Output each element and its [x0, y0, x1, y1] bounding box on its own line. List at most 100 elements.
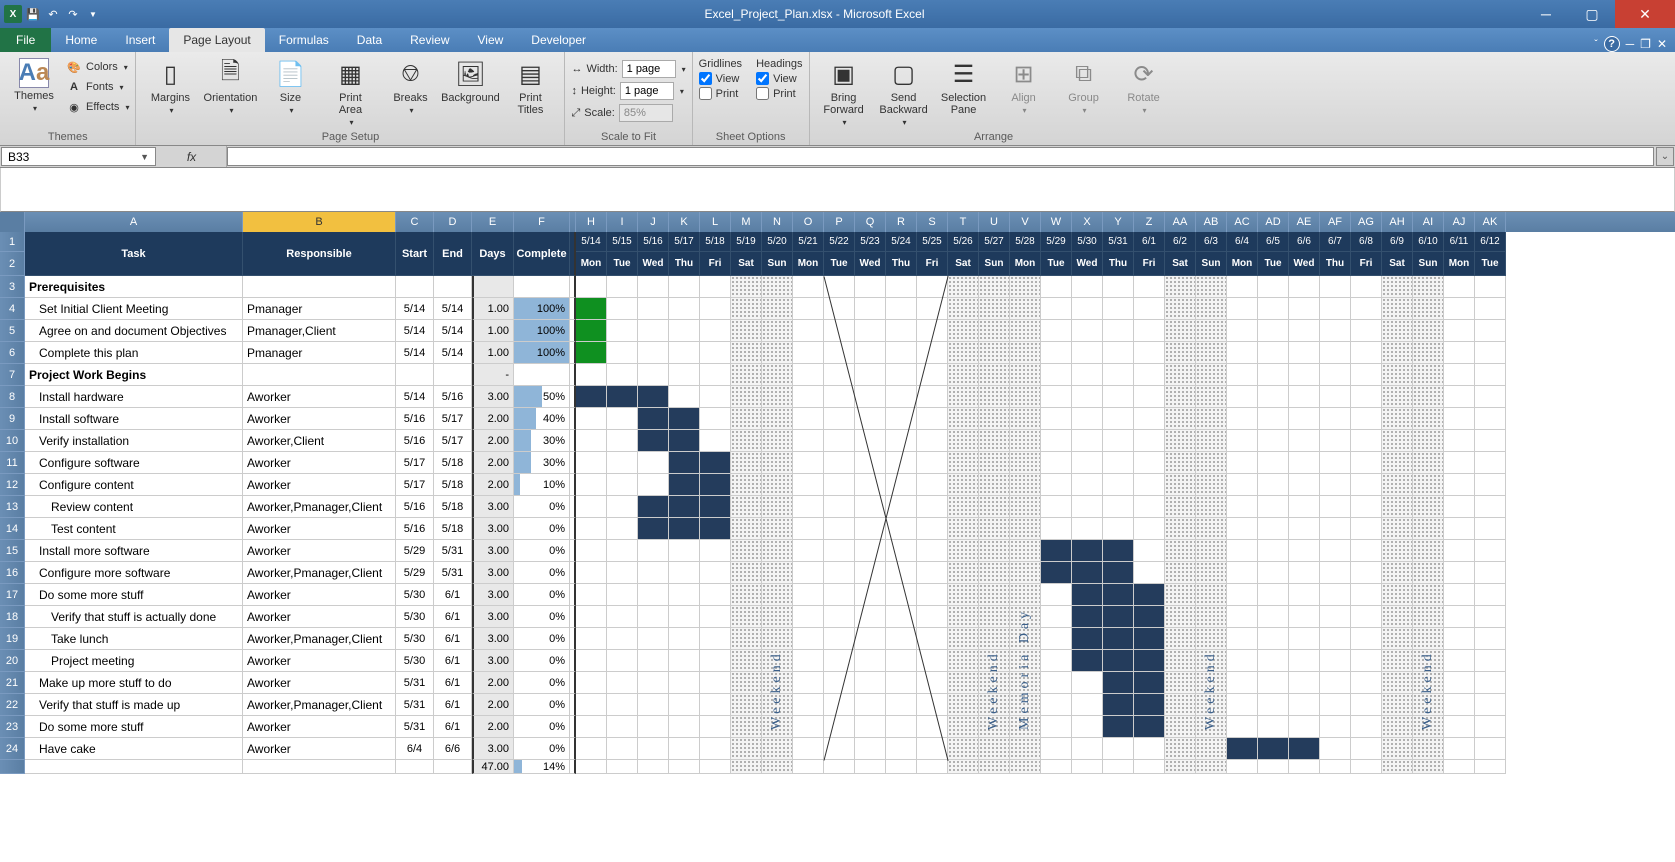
gantt-cell[interactable]	[1444, 496, 1475, 518]
gantt-cell[interactable]	[1165, 496, 1196, 518]
gantt-cell[interactable]	[1103, 562, 1134, 584]
row-header[interactable]: 1	[0, 232, 25, 252]
gantt-cell[interactable]	[1382, 276, 1413, 298]
gantt-cell[interactable]	[638, 474, 669, 496]
gantt-cell[interactable]	[1351, 364, 1382, 386]
gantt-cell[interactable]	[638, 342, 669, 364]
gantt-cell[interactable]	[917, 452, 948, 474]
gantt-cell[interactable]	[1320, 650, 1351, 672]
responsible-cell[interactable]: Aworker	[243, 386, 396, 408]
gantt-cell[interactable]	[576, 430, 607, 452]
gantt-cell[interactable]	[669, 738, 700, 760]
gantt-cell[interactable]	[1413, 474, 1444, 496]
gantt-cell[interactable]	[1258, 628, 1289, 650]
gantt-cell[interactable]	[1165, 298, 1196, 320]
gantt-cell[interactable]	[824, 386, 855, 408]
gantt-cell[interactable]	[1134, 430, 1165, 452]
gantt-cell[interactable]	[1041, 496, 1072, 518]
gantt-cell[interactable]	[1382, 584, 1413, 606]
gantt-cell[interactable]	[1010, 408, 1041, 430]
gantt-cell[interactable]	[731, 628, 762, 650]
end-cell[interactable]: 6/1	[434, 628, 472, 650]
gantt-cell[interactable]	[824, 496, 855, 518]
namebox-dropdown-icon[interactable]: ▼	[140, 152, 149, 162]
gantt-cell[interactable]	[948, 408, 979, 430]
row-header[interactable]: 19	[0, 628, 25, 650]
gantt-cell[interactable]	[793, 760, 824, 774]
gantt-cell[interactable]	[1382, 672, 1413, 694]
gantt-cell[interactable]	[1444, 738, 1475, 760]
gantt-cell[interactable]	[700, 628, 731, 650]
gantt-cell[interactable]	[917, 342, 948, 364]
gantt-cell[interactable]	[638, 408, 669, 430]
gantt-cell[interactable]	[669, 694, 700, 716]
gantt-cell[interactable]	[948, 650, 979, 672]
gantt-cell[interactable]	[731, 276, 762, 298]
gantt-cell[interactable]	[1413, 716, 1444, 738]
orientation-button[interactable]: 🗎Orientation▾	[202, 58, 258, 115]
gantt-cell[interactable]	[1444, 386, 1475, 408]
gantt-cell[interactable]	[1196, 584, 1227, 606]
gantt-cell[interactable]	[1103, 386, 1134, 408]
gantt-cell[interactable]	[1196, 650, 1227, 672]
row-header[interactable]: 3	[0, 276, 25, 298]
gantt-cell[interactable]	[855, 650, 886, 672]
height-dropdown-icon[interactable]: ▾	[680, 87, 684, 96]
gantt-cell[interactable]	[1165, 650, 1196, 672]
gantt-cell[interactable]	[1227, 540, 1258, 562]
gantt-cell[interactable]	[576, 716, 607, 738]
gantt-cell[interactable]	[1134, 672, 1165, 694]
gantt-cell[interactable]	[762, 386, 793, 408]
gantt-cell[interactable]	[1103, 650, 1134, 672]
gantt-cell[interactable]	[1289, 694, 1320, 716]
gantt-cell[interactable]	[700, 716, 731, 738]
gantt-cell[interactable]	[855, 474, 886, 496]
gantt-cell[interactable]	[1041, 320, 1072, 342]
days-cell[interactable]: 3.00	[472, 650, 514, 672]
gantt-cell[interactable]	[979, 452, 1010, 474]
gantt-cell[interactable]	[1382, 474, 1413, 496]
gantt-cell[interactable]	[1258, 474, 1289, 496]
task-cell[interactable]: Prerequisites	[25, 276, 243, 298]
complete-cell[interactable]	[514, 364, 570, 386]
gantt-cell[interactable]	[1072, 452, 1103, 474]
gantt-cell[interactable]	[1103, 606, 1134, 628]
days-cell[interactable]: 3.00	[472, 738, 514, 760]
qat-dropdown-icon[interactable]: ▼	[84, 5, 102, 23]
gantt-cell[interactable]	[1041, 518, 1072, 540]
gantt-cell[interactable]	[1444, 408, 1475, 430]
responsible-cell[interactable]: Aworker,Pmanager,Client	[243, 562, 396, 584]
gantt-cell[interactable]	[1320, 474, 1351, 496]
gantt-cell[interactable]	[1010, 430, 1041, 452]
gantt-cell[interactable]	[1320, 342, 1351, 364]
gantt-cell[interactable]	[607, 452, 638, 474]
gantt-cell[interactable]	[1444, 562, 1475, 584]
gantt-cell[interactable]	[1103, 430, 1134, 452]
gantt-cell[interactable]	[855, 342, 886, 364]
gantt-cell[interactable]	[1258, 298, 1289, 320]
gantt-cell[interactable]	[1010, 386, 1041, 408]
gantt-cell[interactable]	[1444, 430, 1475, 452]
gantt-cell[interactable]	[855, 606, 886, 628]
gantt-cell[interactable]	[886, 760, 917, 774]
gantt-cell[interactable]	[1320, 320, 1351, 342]
row-header[interactable]: 12	[0, 474, 25, 496]
gantt-cell[interactable]	[1258, 386, 1289, 408]
gantt-cell[interactable]	[824, 276, 855, 298]
gantt-cell[interactable]	[731, 496, 762, 518]
gantt-cell[interactable]	[576, 584, 607, 606]
gantt-cell[interactable]	[1072, 386, 1103, 408]
gantt-cell[interactable]	[886, 276, 917, 298]
gantt-cell[interactable]	[607, 364, 638, 386]
gantt-cell[interactable]	[607, 584, 638, 606]
gantt-cell[interactable]	[762, 540, 793, 562]
gantt-cell[interactable]	[1413, 298, 1444, 320]
task-cell[interactable]: Agree on and document Objectives	[25, 320, 243, 342]
gantt-cell[interactable]	[1320, 364, 1351, 386]
close-button[interactable]: ✕	[1615, 0, 1675, 28]
gantt-cell[interactable]	[1475, 342, 1506, 364]
gantt-cell[interactable]	[1444, 716, 1475, 738]
formula-bar-expanded[interactable]	[0, 168, 1675, 212]
gantt-cell[interactable]	[1041, 386, 1072, 408]
gantt-cell[interactable]	[700, 364, 731, 386]
